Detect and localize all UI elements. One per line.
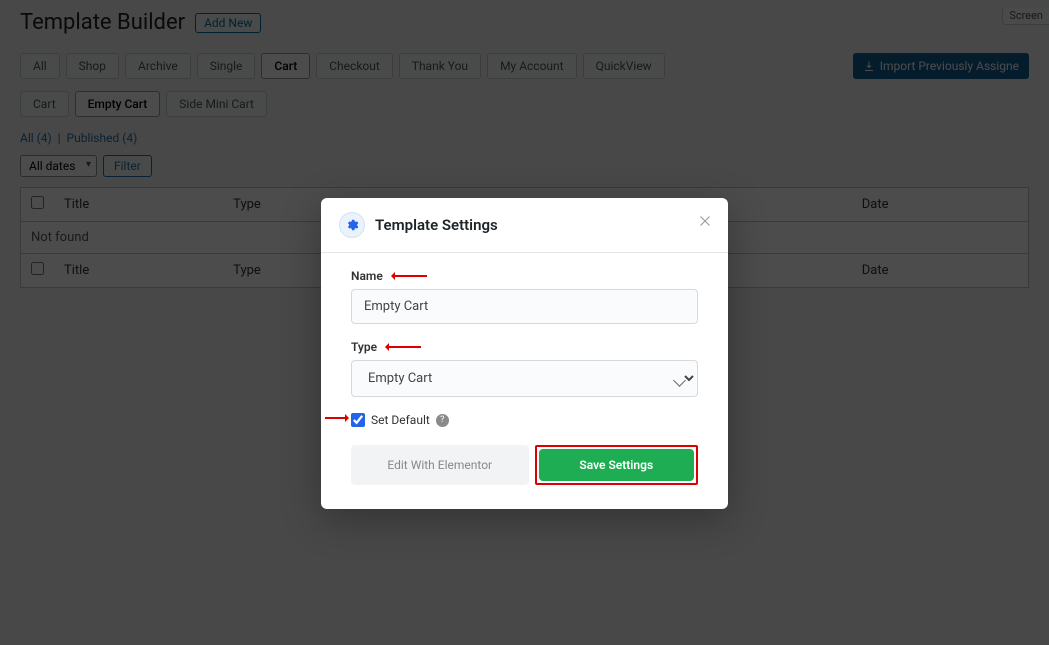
- modal-overlay[interactable]: Template Settings Name Type Empty Cart: [0, 0, 1049, 645]
- help-icon[interactable]: ?: [436, 414, 449, 427]
- name-input[interactable]: [351, 289, 698, 324]
- type-label: Type: [351, 340, 377, 354]
- annotation-arrow-icon: [325, 417, 347, 419]
- set-default-checkbox[interactable]: [351, 413, 365, 427]
- close-icon[interactable]: [696, 212, 714, 234]
- edit-with-elementor-button[interactable]: Edit With Elementor: [351, 445, 529, 485]
- type-select[interactable]: Empty Cart: [351, 360, 698, 397]
- name-label: Name: [351, 269, 383, 283]
- template-settings-modal: Template Settings Name Type Empty Cart: [321, 198, 728, 509]
- set-default-row[interactable]: Set Default ?: [351, 413, 698, 427]
- gear-icon: [339, 212, 365, 238]
- modal-title: Template Settings: [375, 216, 498, 234]
- annotation-arrow-icon: [393, 275, 427, 277]
- annotation-highlight: Save Settings: [535, 445, 699, 485]
- annotation-arrow-icon: [387, 346, 421, 348]
- save-settings-button[interactable]: Save Settings: [539, 449, 695, 481]
- set-default-label: Set Default: [371, 413, 430, 427]
